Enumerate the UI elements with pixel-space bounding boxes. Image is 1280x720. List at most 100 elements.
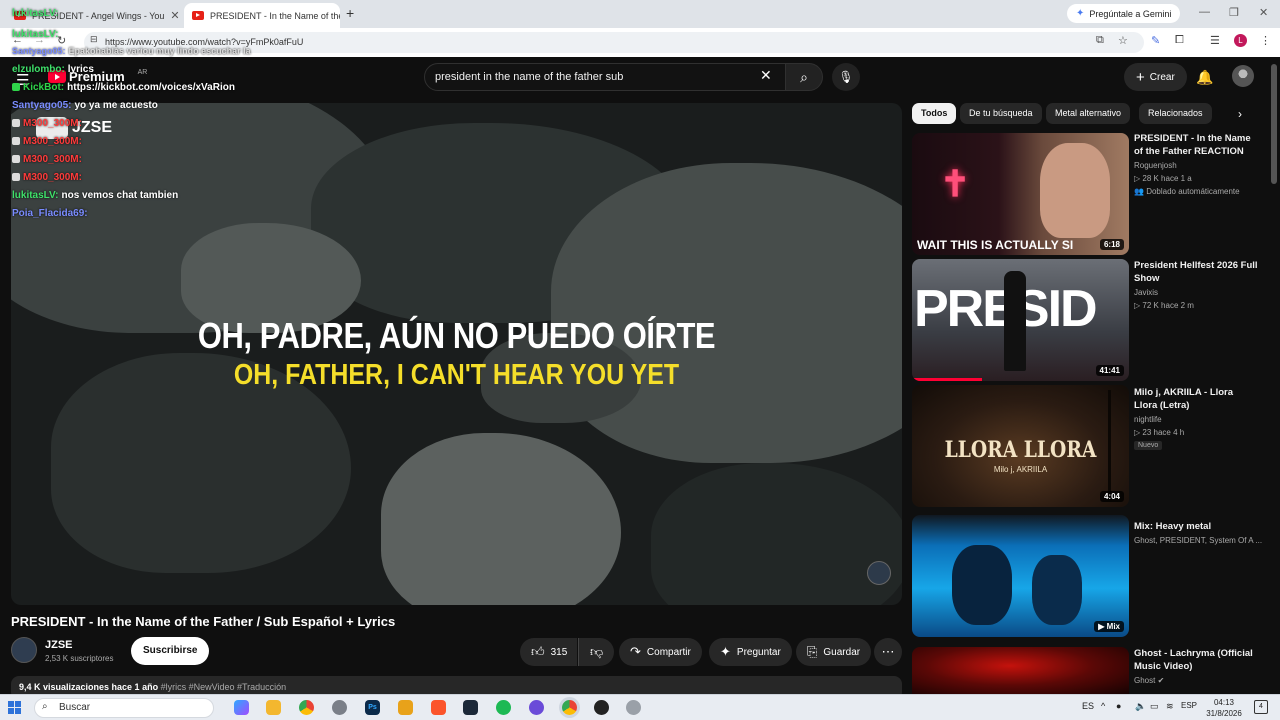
channel-name[interactable]: JZSE xyxy=(45,639,73,651)
chat-message: Poia_Flacida69: xyxy=(12,208,91,219)
new-tab-button[interactable]: + xyxy=(346,5,354,21)
recommendation-thumbnail[interactable]: PRESID 41:41 xyxy=(912,259,1129,381)
recommendation-thumbnail[interactable]: LLORA LLORA Milo j, AKRIILA 4:04 xyxy=(912,385,1129,507)
create-button[interactable]: + Crear xyxy=(1124,63,1187,91)
hashtags[interactable]: #lyrics #NewVideo #Traducción xyxy=(161,682,287,692)
page-scrollbar[interactable] xyxy=(1271,64,1277,184)
notification-center-icon[interactable]: 4 xyxy=(1254,700,1268,714)
steam-icon[interactable] xyxy=(463,700,478,715)
photoshop-icon[interactable]: Ps xyxy=(365,700,380,715)
menu-kebab-icon[interactable]: ⋮ xyxy=(1260,34,1271,47)
recommendation-title[interactable]: Mix: Heavy metal xyxy=(1134,520,1258,533)
pole-graphic xyxy=(1108,390,1111,500)
recommendation-channel[interactable]: Ghost, PRESIDENT, System Of A ... xyxy=(1134,536,1262,545)
subscriber-count: 2,53 K suscriptores xyxy=(45,654,114,663)
app-icon[interactable] xyxy=(332,700,347,715)
chat-user: lukitasLV: xyxy=(12,29,59,40)
recommendation-channel[interactable]: nightlife xyxy=(1134,415,1162,424)
microphone-tray-icon[interactable]: ● xyxy=(1116,701,1121,711)
chip-metal-alternativo[interactable]: Metal alternativo xyxy=(1046,103,1131,124)
subscribe-button[interactable]: Suscribirse xyxy=(131,637,210,665)
file-explorer-icon[interactable] xyxy=(266,700,281,715)
recommendation-title[interactable]: President Hellfest 2026 Full Show xyxy=(1134,259,1258,285)
chrome-active-icon[interactable] xyxy=(562,700,577,715)
gemini-label: Pregúntale a Gemini xyxy=(1089,8,1172,19)
thumbs-down-icon: 👎︎ xyxy=(590,644,604,659)
copilot-icon[interactable] xyxy=(234,700,249,715)
video-player[interactable]: OH, PADRE, AÚN NO PUEDO OÍRTE OH, FATHER… xyxy=(11,103,902,605)
share-label: Compartir xyxy=(646,646,691,658)
app-icon[interactable] xyxy=(529,700,544,715)
chat-text: nos vemos chat tambien xyxy=(61,190,179,201)
keyboard-language[interactable]: ESP xyxy=(1181,701,1197,710)
tab-search-icon[interactable]: ☰ xyxy=(1210,34,1220,47)
clear-search-icon[interactable]: ✕ xyxy=(760,67,772,84)
browser-profile-avatar[interactable]: L xyxy=(1234,34,1247,47)
minimize-icon[interactable]: — xyxy=(1199,6,1210,18)
language-indicator[interactable]: ES xyxy=(1082,701,1094,711)
recommendation-channel[interactable]: Roguenjosh xyxy=(1134,161,1177,170)
tab-in-the-name-of-the-father[interactable]: PRESIDENT - In the Name of the ✕ xyxy=(184,3,340,28)
windows-start-icon[interactable] xyxy=(8,701,21,714)
ask-gemini-button[interactable]: ✦ Pregúntale a Gemini xyxy=(1067,4,1181,23)
recommendation-title[interactable]: Milo j, AKRIILA - Llora Llora (Letra) xyxy=(1134,386,1258,412)
search-button[interactable]: ⌕ xyxy=(785,63,823,91)
verified-check-icon: ✔ xyxy=(1157,676,1165,685)
chrome-icon[interactable] xyxy=(299,700,314,715)
translate-icon[interactable]: ✎ xyxy=(1151,34,1160,47)
chip-todos[interactable]: Todos xyxy=(912,103,957,124)
rock-texture xyxy=(551,163,902,463)
app-icon[interactable] xyxy=(398,700,413,715)
volume-icon[interactable]: 🔈 xyxy=(1135,701,1146,712)
taskbar-clock[interactable]: 04:13 31/8/2026 xyxy=(1204,697,1244,719)
bookmark-star-icon[interactable]: ☆ xyxy=(1118,34,1128,47)
recommendation-thumbnail[interactable]: ▶ Mix xyxy=(912,515,1129,637)
voice-search-button[interactable]: 🎙 xyxy=(832,63,860,91)
channel-watermark[interactable] xyxy=(867,561,891,585)
chip-de-tu-busqueda[interactable]: De tu búsqueda xyxy=(960,103,1042,124)
recommendation-channel[interactable]: Ghost ✔ xyxy=(1134,676,1164,685)
install-app-icon[interactable]: ⧉ xyxy=(1096,34,1104,47)
dislike-button[interactable]: 👎︎ xyxy=(578,638,615,666)
tray-chevron-icon[interactable]: ^ xyxy=(1101,701,1105,711)
recommendation-title[interactable]: PRESIDENT - In the Name of the Father RE… xyxy=(1134,132,1258,158)
chat-message: M300_300M: xyxy=(12,118,85,129)
recommendation-meta: ▷ 72 K hace 2 m xyxy=(1134,301,1194,310)
mix-badge: ▶ Mix xyxy=(1094,621,1124,632)
chat-user: lukitasLV: xyxy=(12,8,59,19)
channel-avatar[interactable] xyxy=(11,637,37,663)
youtube-avatar[interactable] xyxy=(1232,65,1254,87)
network-icon[interactable]: ▭ xyxy=(1150,701,1159,712)
close-tab-icon[interactable]: ✕ xyxy=(164,9,179,22)
site-info-icon[interactable]: ⊟ xyxy=(90,34,98,45)
save-button[interactable]: ⎘ Guardar xyxy=(796,638,872,666)
ask-button[interactable]: ✦ Preguntar xyxy=(709,638,792,666)
maximize-icon[interactable]: ❐ xyxy=(1229,6,1239,19)
recommendation-meta: ▷ 23 hace 4 h xyxy=(1134,428,1185,437)
share-button[interactable]: ↷ Compartir xyxy=(619,638,702,666)
brave-icon[interactable] xyxy=(431,700,446,715)
chip-relacionados[interactable]: Relacionados xyxy=(1139,103,1212,124)
obs-icon[interactable] xyxy=(594,700,609,715)
close-window-icon[interactable]: ✕ xyxy=(1259,6,1268,19)
lyric-english: OH, FATHER, I CAN'T HEAR YOU YET xyxy=(233,359,680,391)
recommendation-channel[interactable]: Javixis xyxy=(1134,288,1158,297)
mix-label: Mix xyxy=(1106,622,1120,631)
like-button[interactable]: 👍︎ 315 xyxy=(520,638,578,666)
app-icon[interactable] xyxy=(626,700,641,715)
watch-progress xyxy=(912,378,982,381)
chevron-right-icon[interactable]: › xyxy=(1238,107,1242,121)
recommendation-title[interactable]: Ghost - Lachryma (Official Music Video) xyxy=(1134,647,1258,673)
more-actions-button[interactable]: ⋯ xyxy=(874,638,902,666)
lyric-spanish: OH, PADRE, AÚN NO PUEDO OÍRTE xyxy=(197,315,716,356)
recommendation-thumbnail[interactable]: ✝ WAIT THIS IS ACTUALLY SI 6:18 xyxy=(912,133,1129,255)
spotify-icon[interactable] xyxy=(496,700,511,715)
recommendation-thumbnail[interactable] xyxy=(912,647,1129,694)
search-input[interactable]: president in the name of the father sub xyxy=(424,63,786,91)
chat-text: lyrics xyxy=(67,64,94,75)
notifications-bell-icon[interactable]: 🔔 xyxy=(1196,69,1213,86)
wifi-icon[interactable]: ≋ xyxy=(1166,701,1174,712)
taskbar-search[interactable]: Buscar xyxy=(34,698,214,718)
mod-badge-icon xyxy=(12,173,20,181)
extensions-icon[interactable]: ⧠ xyxy=(1175,34,1184,47)
